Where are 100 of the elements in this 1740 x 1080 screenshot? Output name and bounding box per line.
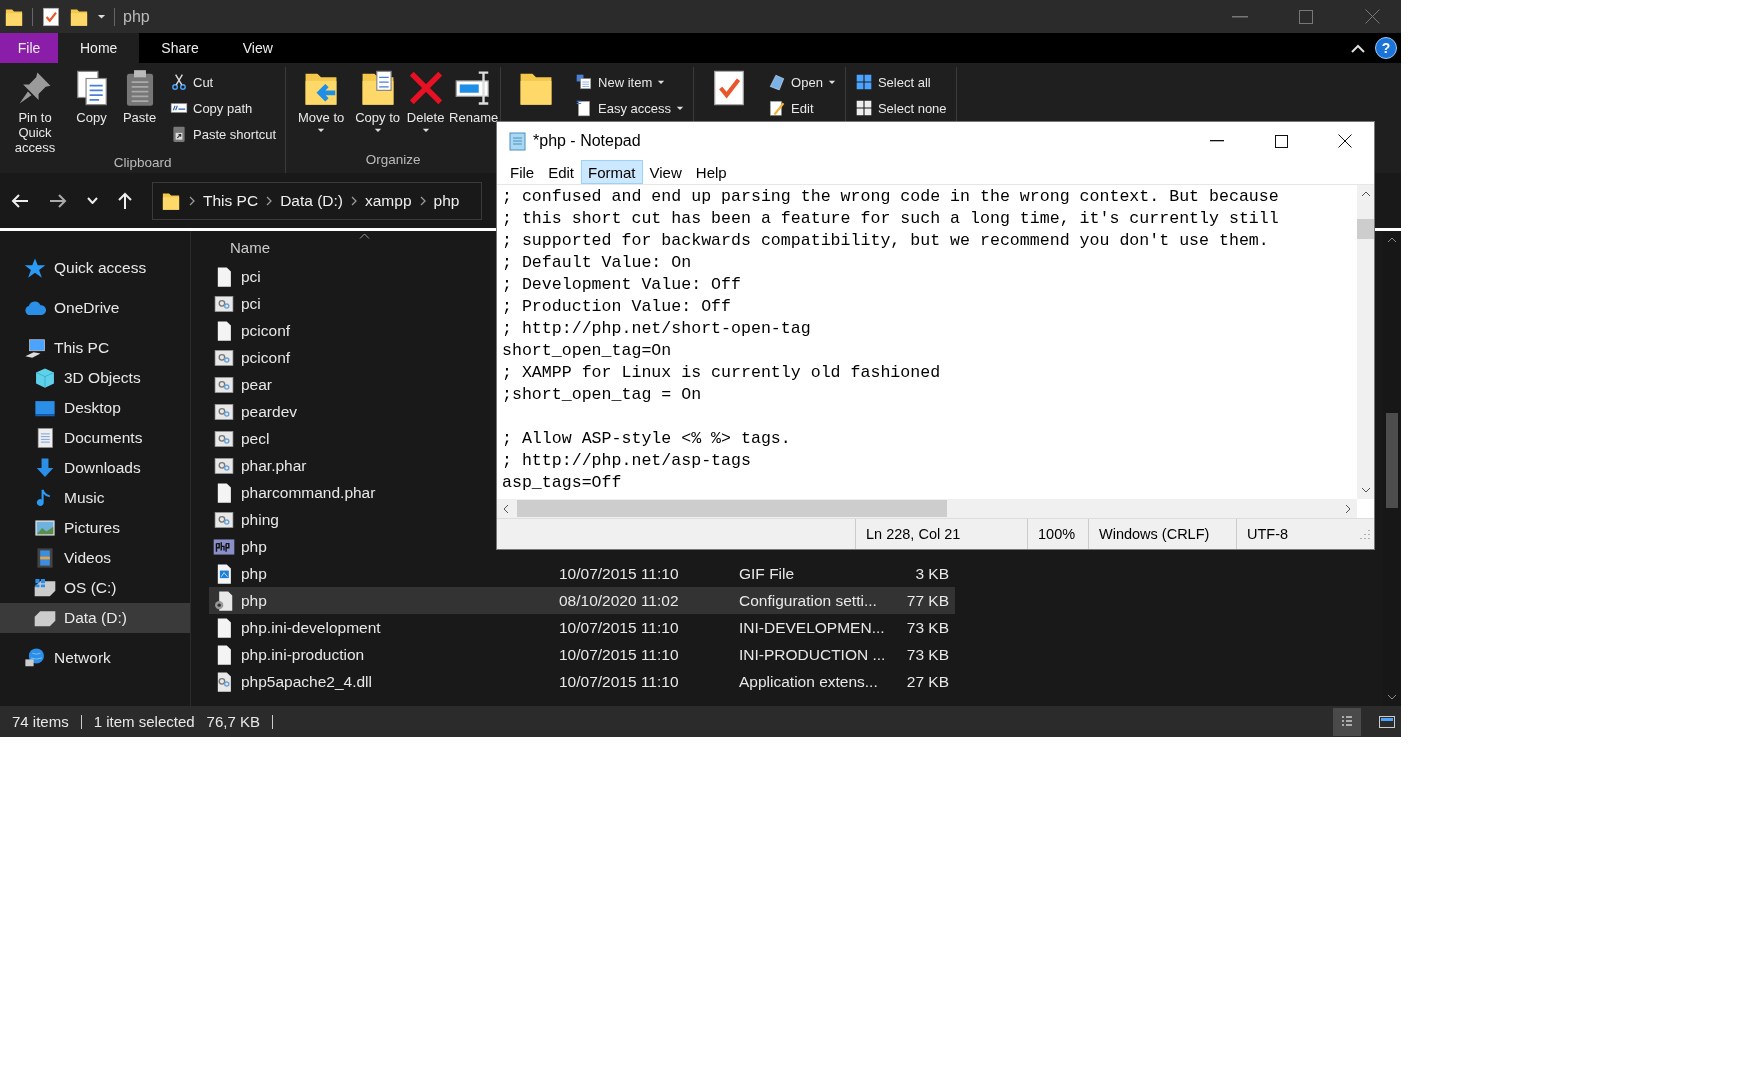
help-button[interactable]: ?: [1375, 37, 1397, 59]
file-row[interactable]: phar.phar: [209, 452, 479, 479]
nav-pane-item[interactable]: Documents: [0, 423, 190, 453]
scroll-thumb[interactable]: [1357, 219, 1374, 239]
film-icon: [34, 547, 56, 569]
nav-pane-item[interactable]: Network: [0, 643, 190, 673]
column-header[interactable]: Name: [209, 238, 270, 256]
file-name: php: [241, 591, 267, 610]
up-arrow-icon[interactable]: [118, 191, 132, 210]
ribbon-tab[interactable]: Home: [58, 33, 140, 63]
file-row[interactable]: php: [209, 533, 479, 560]
ribbon-tab[interactable]: View: [220, 33, 295, 63]
nav-pane-item[interactable]: Desktop: [0, 393, 190, 423]
type-cell-text: INI-PRODUCTION ...: [739, 645, 887, 664]
file-row[interactable]: pecl: [209, 425, 479, 452]
nav-pane-item[interactable]: OneDrive: [0, 293, 190, 323]
menu-item[interactable]: View: [642, 160, 689, 184]
ribbon-button[interactable]: Paste: [116, 67, 163, 125]
date-cell-text: 10/07/2015 11:10: [559, 564, 680, 583]
ribbon-tab[interactable]: File: [0, 33, 58, 63]
nav-pane-item[interactable]: Data (D:): [0, 603, 190, 633]
scroll-up-icon[interactable]: [1387, 237, 1397, 243]
text-content[interactable]: ; confused and end up parsing the wrong code in the wrong context. But because ; this short cut has been a feature for such a long time, it's currently still ; supported for backwards compatibility, but we recommend you don't use them. ; Default Value: On ; Development Value: Off ; Production Value: Off ; http://php.net/short-open-tag short_open_tag=On ; XAMPP for Linux is currently old fashioned ;short_open_tag = On ; Allow ASP-style <% %> tags. ; http://php.net/asp-tags asp_tags=Off: [497, 185, 1357, 499]
ribbon-button[interactable]: Open: [768, 71, 836, 93]
size-cell-text: 3 KB: [914, 564, 949, 583]
nav-pane-item[interactable]: 3D Objects: [0, 363, 190, 393]
maximize-icon: [1299, 9, 1313, 24]
picture-icon: [34, 517, 56, 539]
ribbon-button[interactable]: Select none: [854, 97, 947, 119]
file-row[interactable]: php.ini-development 10/07/2015 11:10 INI-DEVELOPMEN... 73 KB: [209, 614, 955, 641]
nav-pane-item[interactable]: Downloads: [0, 453, 190, 483]
nav-pane-item[interactable]: OS (C:): [0, 573, 190, 603]
ribbon-button[interactable]: Pin to Quick access: [3, 67, 67, 155]
file-row[interactable]: pci: [209, 263, 479, 290]
scrollbar[interactable]: [1357, 185, 1374, 499]
ribbon-button[interactable]: Paste shortcut: [170, 123, 277, 145]
ribbon-button[interactable]: Cut: [170, 71, 277, 93]
nav-pane-item[interactable]: Quick access: [0, 253, 190, 283]
chevron-down-icon[interactable]: [87, 197, 98, 204]
nav-pane-item[interactable]: Pictures: [0, 513, 190, 543]
ribbon-button[interactable]: Delete: [402, 67, 450, 133]
file-row[interactable]: pharcommand.phar: [209, 479, 479, 506]
menu-item[interactable]: Edit: [541, 160, 582, 184]
ribbon-tab[interactable]: Share: [139, 33, 221, 63]
file-row[interactable]: php 10/07/2015 11:10 GIF File 3 KB: [209, 560, 955, 587]
breadcrumb-item[interactable]: This PC: [203, 191, 259, 210]
scrollbar[interactable]: [497, 499, 1357, 518]
ribbon-button[interactable]: Select all: [854, 71, 947, 93]
ribbon-button[interactable]: Copy: [68, 67, 115, 125]
pencil-document-icon: [768, 99, 787, 117]
ribbon-button[interactable]: Edit: [768, 97, 836, 119]
address-bar[interactable]: This PC Data (D:) xampp php: [152, 181, 482, 220]
gear-file-icon: [213, 589, 235, 612]
scroll-down-icon[interactable]: [1360, 487, 1371, 493]
file-row[interactable]: peardev: [209, 398, 479, 425]
date-cell-text: 10/07/2015 11:10: [559, 672, 680, 691]
breadcrumb-item[interactable]: Data (D:): [280, 191, 343, 210]
file-row[interactable]: pciconf: [209, 344, 479, 371]
date-cell-text: 10/07/2015 11:10: [559, 645, 680, 664]
file-row[interactable]: pear: [209, 371, 479, 398]
breadcrumb-item[interactable]: xampp: [365, 191, 412, 210]
type-cell-text: INI-DEVELOPMEN...: [739, 618, 886, 637]
scroll-thumb[interactable]: [517, 500, 947, 517]
menu-item[interactable]: Help: [688, 160, 734, 184]
nav-pane-item[interactable]: Music: [0, 483, 190, 513]
ribbon-button[interactable]: Rename: [450, 67, 498, 125]
ribbon-button[interactable]: Move to: [289, 67, 354, 133]
scroll-right-icon[interactable]: [1345, 503, 1351, 514]
file-row[interactable]: php.ini-production 10/07/2015 11:10 INI-PRODUCTION ... 73 KB: [209, 641, 955, 668]
ribbon-button[interactable]: Copy path: [170, 97, 277, 119]
forward-icon[interactable]: [49, 193, 67, 208]
chevron-right-icon: [189, 195, 195, 206]
close-icon: [1364, 9, 1380, 24]
status-field: Windows (CRLF): [1088, 519, 1236, 549]
ribbon-button[interactable]: Copy to: [354, 67, 402, 133]
computer-icon: [24, 337, 46, 359]
scroll-down-icon[interactable]: [1387, 694, 1397, 700]
scroll-up-icon[interactable]: [1360, 191, 1371, 197]
nav-pane-item[interactable]: Videos: [0, 543, 190, 573]
menu-item[interactable]: Format: [581, 160, 643, 184]
window-title: *php - Notepad: [533, 132, 641, 150]
collapse-ribbon-icon[interactable]: [1351, 43, 1365, 53]
file-row[interactable]: php5apache2_4.dll 10/07/2015 11:10 Application extens... 27 KB: [209, 668, 955, 695]
back-icon[interactable]: [11, 193, 29, 208]
breadcrumb-item[interactable]: php: [433, 191, 460, 210]
size-cell-text: 77 KB: [905, 591, 949, 610]
notepad-icon: [507, 131, 527, 151]
size-cell-text: 73 KB: [905, 645, 949, 664]
file-row[interactable]: phing: [209, 506, 479, 533]
scroll-thumb[interactable]: [1386, 413, 1398, 508]
file-row[interactable]: pci: [209, 290, 479, 317]
scroll-left-icon[interactable]: [503, 503, 509, 514]
nav-pane-item[interactable]: This PC: [0, 333, 190, 363]
menu-item[interactable]: File: [503, 160, 542, 184]
ribbon-button[interactable]: Easy access: [575, 97, 685, 119]
file-row[interactable]: php 08/10/2020 11:02 Configuration setti... 77 KB: [209, 587, 955, 614]
resize-grip-icon[interactable]: [1360, 529, 1370, 539]
file-row[interactable]: pciconf: [209, 317, 479, 344]
details-view-button[interactable]: [1333, 707, 1361, 736]
ribbon-button[interactable]: New item: [575, 71, 685, 93]
